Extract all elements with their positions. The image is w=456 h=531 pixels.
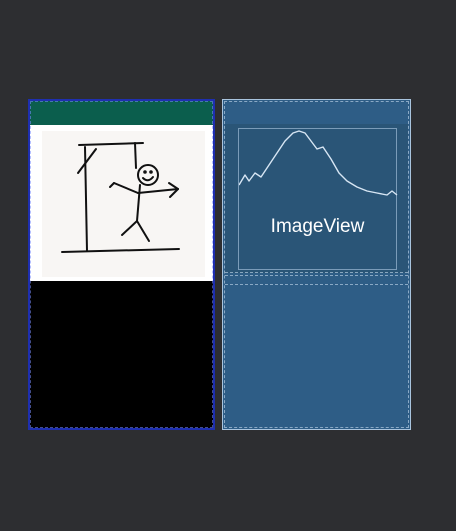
- blueprint-toolbar[interactable]: [225, 102, 408, 125]
- image-view[interactable]: [30, 125, 213, 281]
- design-preview[interactable]: [28, 99, 215, 430]
- blueprint-image-view[interactable]: ImageView: [225, 124, 408, 273]
- content-area[interactable]: [30, 281, 213, 428]
- image-bounds: ImageView: [238, 128, 398, 270]
- blueprint-preview[interactable]: ImageView: [222, 99, 411, 430]
- hangman-drawing-icon: [42, 131, 205, 277]
- mountain-image-icon: [238, 130, 398, 196]
- layout-editor-canvas: ImageView: [0, 0, 456, 531]
- blueprint-content-area[interactable]: [225, 284, 408, 427]
- image-view-label: ImageView: [270, 216, 365, 237]
- toolbar[interactable]: [30, 101, 213, 125]
